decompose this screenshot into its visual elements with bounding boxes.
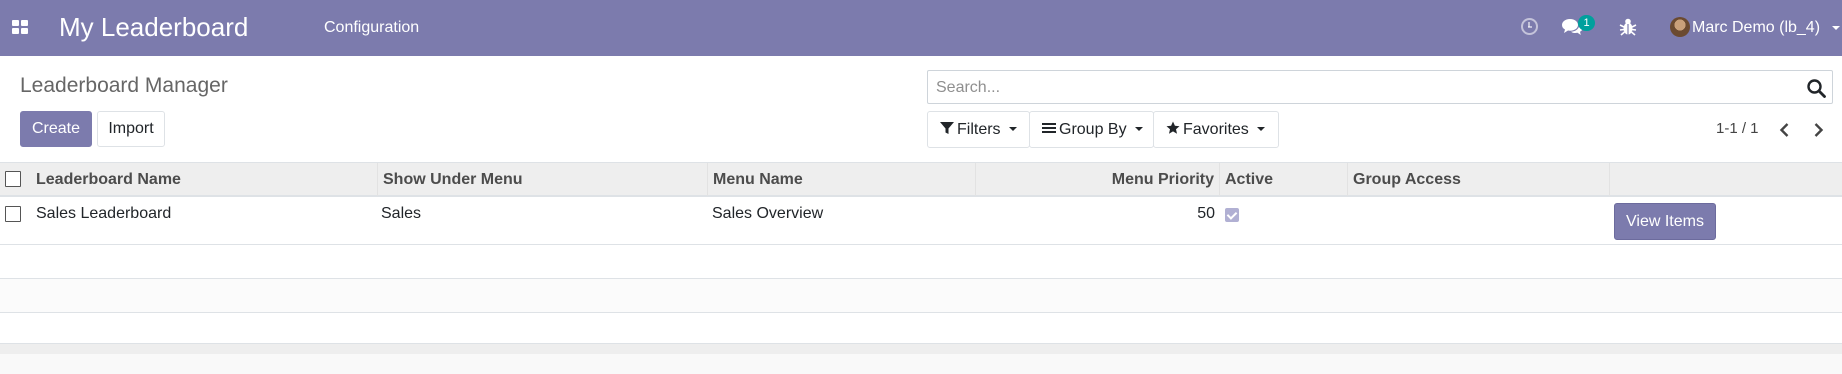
cell-show-under-menu[interactable]: Sales (381, 205, 421, 223)
import-button[interactable]: Import (97, 111, 165, 147)
group-by-label: Group By (1059, 121, 1127, 138)
search-box (927, 70, 1833, 104)
star-icon (1166, 121, 1180, 134)
search-icon[interactable] (1806, 78, 1826, 98)
favorites-label: Favorites (1183, 121, 1249, 138)
group-by-button[interactable]: Group By (1029, 111, 1154, 148)
pager-value[interactable]: 1-1 / 1 (1716, 120, 1759, 137)
user-menu[interactable]: Marc Demo (lb_4) (1692, 19, 1820, 37)
create-button[interactable]: Create (20, 111, 92, 147)
chevron-down-icon (1134, 127, 1143, 131)
select-all-checkbox[interactable] (5, 171, 21, 187)
column-menu-priority[interactable]: Menu Priority (976, 163, 1220, 196)
table-row[interactable] (0, 197, 1842, 245)
column-leaderboard-name[interactable]: Leaderboard Name (31, 163, 378, 196)
user-caret-icon[interactable] (1832, 26, 1840, 30)
menu-configuration[interactable]: Configuration (324, 19, 419, 37)
chevron-down-icon (1256, 127, 1265, 131)
page-title: Leaderboard Manager (20, 74, 228, 97)
bars-icon (1042, 123, 1056, 133)
top-navbar: My Leaderboard Configuration 1 Marc Demo… (0, 0, 1842, 56)
empty-row (0, 245, 1842, 279)
cell-menu-name[interactable]: Sales Overview (712, 205, 823, 223)
cell-menu-priority[interactable]: 50 (1160, 205, 1215, 223)
filters-button[interactable]: Filters (927, 111, 1030, 148)
clock-icon[interactable] (1521, 18, 1538, 35)
app-title: My Leaderboard (59, 12, 249, 42)
pager-next-icon[interactable] (1809, 121, 1827, 139)
column-menu-name[interactable]: Menu Name (708, 163, 976, 196)
chevron-down-icon (1008, 127, 1017, 131)
search-input[interactable] (936, 78, 1786, 98)
column-group-access[interactable]: Group Access (1348, 163, 1610, 196)
pager-previous-icon[interactable] (1776, 121, 1794, 139)
column-show-under-menu[interactable]: Show Under Menu (378, 163, 708, 196)
column-actions (1610, 163, 1842, 196)
filters-label: Filters (957, 121, 1001, 138)
column-active[interactable]: Active (1220, 163, 1348, 196)
favorites-button[interactable]: Favorites (1153, 111, 1279, 148)
table-footer (0, 344, 1842, 354)
empty-row (0, 279, 1842, 313)
table-header: Leaderboard Name Show Under Menu Menu Na… (0, 162, 1842, 197)
bug-icon[interactable] (1618, 17, 1638, 37)
empty-row (0, 313, 1842, 344)
apps-menu-icon[interactable] (12, 20, 28, 34)
row-checkbox[interactable] (5, 206, 21, 222)
user-avatar[interactable] (1670, 17, 1690, 37)
cell-leaderboard-name[interactable]: Sales Leaderboard (36, 205, 171, 223)
content-bottom (0, 354, 1842, 374)
filter-icon (940, 122, 954, 134)
cell-active-checkbox (1225, 208, 1239, 222)
view-items-button[interactable]: View Items (1614, 203, 1716, 240)
messages-badge: 1 (1578, 15, 1595, 31)
